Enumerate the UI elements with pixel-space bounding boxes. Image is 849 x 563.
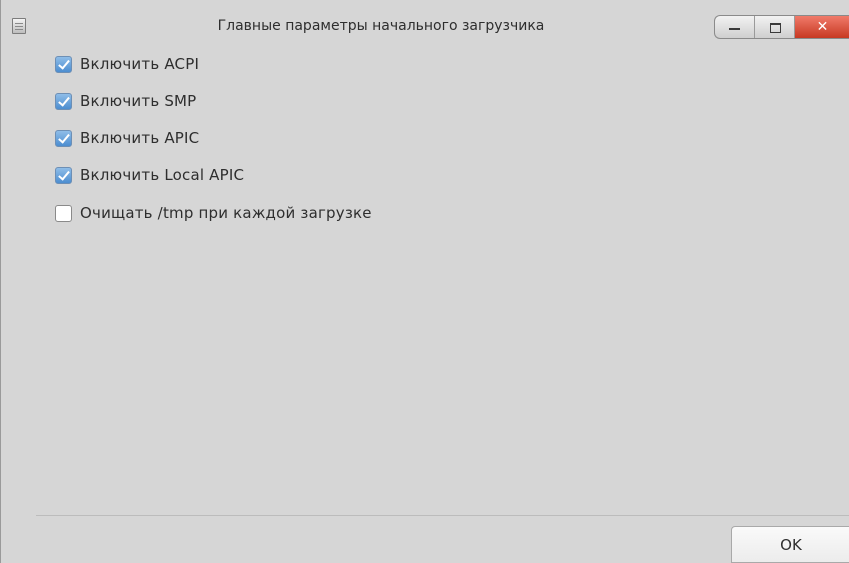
title-bar: Главные параметры начального загрузчика … <box>1 0 849 40</box>
option-label: Включить SMP <box>80 92 197 110</box>
option-enable-smp[interactable]: Включить SMP <box>55 91 196 111</box>
option-clear-tmp[interactable]: Очищать /tmp при каждой загрузке <box>55 203 372 223</box>
checkbox-enable-local-apic[interactable] <box>55 166 72 184</box>
option-label: Включить ACPI <box>80 55 200 73</box>
footer-separator <box>36 515 849 516</box>
checkbox-enable-apic[interactable] <box>55 129 72 147</box>
checkbox-enable-acpi[interactable] <box>55 55 72 73</box>
option-label: Включить Local APIC <box>80 166 245 184</box>
option-enable-local-apic[interactable]: Включить Local APIC <box>55 165 244 185</box>
document-icon <box>12 18 26 34</box>
window-controls: ✕ <box>714 15 849 39</box>
maximize-icon[interactable] <box>755 16 795 38</box>
ok-button[interactable]: OK <box>731 526 849 563</box>
checkbox-clear-tmp[interactable] <box>55 204 72 222</box>
bootloader-settings-dialog: Главные параметры начального загрузчика … <box>0 0 849 563</box>
option-label: Включить APIC <box>80 129 200 147</box>
option-enable-apic[interactable]: Включить APIC <box>55 128 199 148</box>
checkbox-enable-smp[interactable] <box>55 92 72 110</box>
close-icon[interactable]: ✕ <box>795 16 849 38</box>
option-label: Очищать /tmp при каждой загрузке <box>80 204 372 222</box>
minimize-icon[interactable] <box>715 16 755 38</box>
window-title: Главные параметры начального загрузчика <box>217 18 545 34</box>
option-enable-acpi[interactable]: Включить ACPI <box>55 54 199 74</box>
